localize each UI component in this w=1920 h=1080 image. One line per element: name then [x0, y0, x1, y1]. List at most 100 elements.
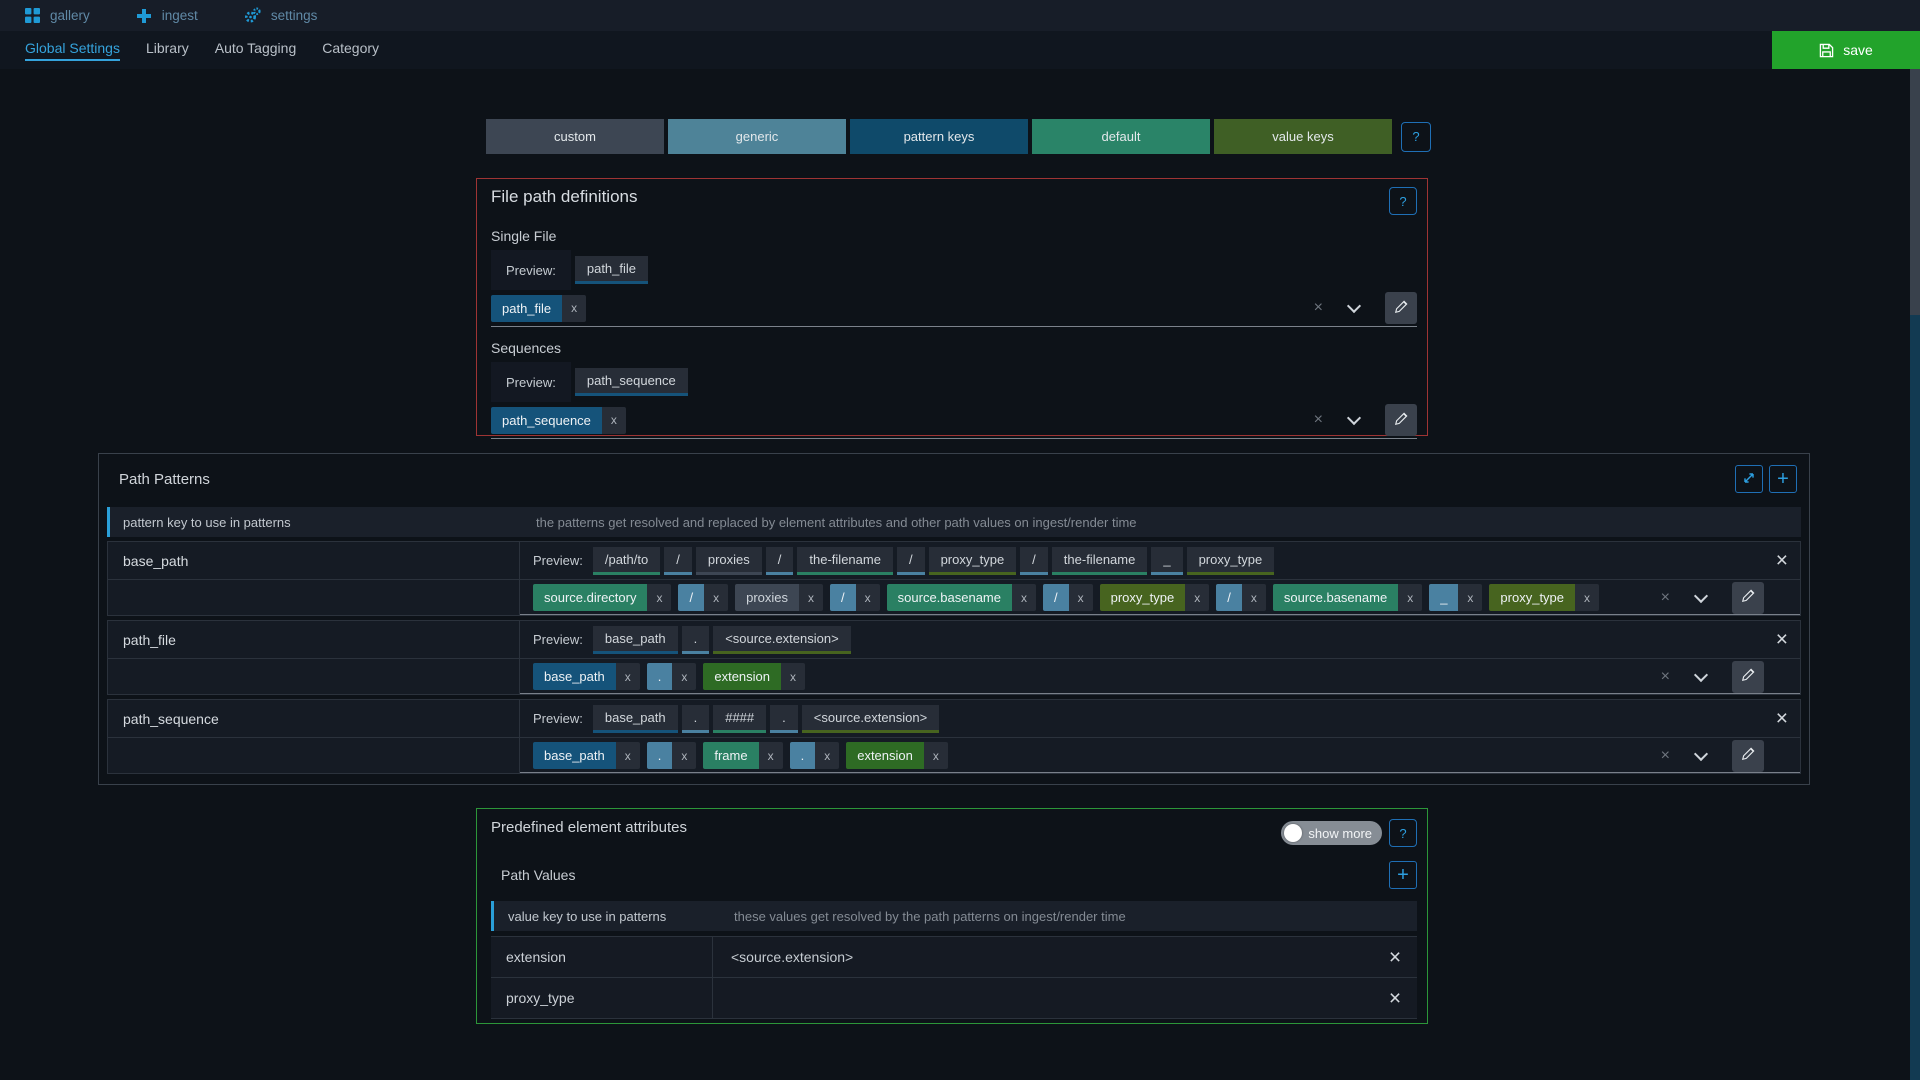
- single-file-pattern-input[interactable]: path_file x ×: [491, 290, 1417, 327]
- nav-gallery-label: gallery: [50, 8, 90, 23]
- preview-chip-label: .: [694, 631, 698, 646]
- tag-remove-button[interactable]: x: [672, 742, 696, 769]
- predefined-attributes-help-button[interactable]: ?: [1389, 819, 1417, 847]
- edit-pencil-button[interactable]: [1385, 292, 1417, 324]
- clear-input-button[interactable]: ×: [1314, 412, 1323, 428]
- toggle-knob: [1284, 824, 1302, 842]
- scrollbar-thumb[interactable]: [1910, 69, 1920, 315]
- tab-global-settings[interactable]: Global Settings: [12, 40, 133, 61]
- preview-label: Preview:: [506, 375, 556, 390]
- delete-row-button[interactable]: ×: [1776, 550, 1788, 571]
- tag-remove-button[interactable]: x: [1185, 584, 1209, 611]
- tag-remove-button[interactable]: x: [759, 742, 783, 769]
- preview-label: Preview:: [533, 553, 583, 568]
- pattern-tags-input[interactable]: base_path x . x frame x: [520, 738, 1800, 773]
- pencil-icon: [1741, 668, 1755, 685]
- tag-remove-button[interactable]: x: [924, 742, 948, 769]
- tag-remove-button[interactable]: x: [815, 742, 839, 769]
- tag-remove-button[interactable]: x: [1069, 584, 1093, 611]
- clear-input-button[interactable]: ×: [1661, 590, 1670, 606]
- delete-value-button[interactable]: ×: [1389, 947, 1401, 968]
- save-button[interactable]: save: [1772, 31, 1920, 69]
- tab-category[interactable]: Category: [309, 40, 392, 61]
- tag-remove-button[interactable]: x: [672, 663, 696, 690]
- tag-remove-button[interactable]: x: [616, 742, 640, 769]
- edit-pencil-button[interactable]: [1732, 582, 1764, 614]
- nav-gallery[interactable]: gallery: [25, 8, 90, 23]
- tag-remove-button[interactable]: x: [562, 295, 586, 322]
- preview-chip-label: the-filename: [809, 552, 881, 567]
- value-key: extension: [491, 937, 713, 977]
- pattern-tags-input[interactable]: base_path x . x extension x: [520, 659, 1800, 694]
- preview-chip: .: [770, 705, 798, 733]
- tag-remove-button[interactable]: x: [602, 407, 626, 434]
- tag-remove-button[interactable]: x: [799, 584, 823, 611]
- pattern-tag: / x: [678, 584, 728, 611]
- sequences-preview-row: Preview: path_sequence: [491, 362, 1417, 402]
- filter-help-button[interactable]: ?: [1401, 122, 1431, 152]
- clear-input-button[interactable]: ×: [1314, 300, 1323, 316]
- tag-remove-button[interactable]: x: [781, 663, 805, 690]
- filter-custom-button[interactable]: custom: [486, 119, 664, 154]
- chevron-down-icon[interactable]: [1347, 299, 1361, 313]
- tag-remove-button[interactable]: x: [1012, 584, 1036, 611]
- preview-label-box: Preview:: [491, 362, 571, 402]
- file-path-definitions-help-button[interactable]: ?: [1389, 187, 1417, 215]
- input-controls: ×: [1661, 661, 1764, 693]
- chevron-down-icon[interactable]: [1347, 411, 1361, 425]
- scrollbar-track[interactable]: [1910, 69, 1920, 1080]
- chevron-down-icon[interactable]: [1694, 588, 1708, 602]
- delete-row-button[interactable]: ×: [1776, 708, 1788, 729]
- path-values-rows: extension <source.extension> × proxy_typ…: [491, 936, 1417, 1019]
- pattern-tags-input[interactable]: source.directory x / x proxies x: [520, 580, 1800, 615]
- delete-value-button[interactable]: ×: [1389, 988, 1401, 1009]
- save-floppy-icon: [1819, 43, 1834, 58]
- preview-chip-label: /: [778, 552, 782, 567]
- expand-button[interactable]: [1735, 465, 1763, 493]
- tag-remove-button[interactable]: x: [647, 584, 671, 611]
- pattern-tag: / x: [830, 584, 880, 611]
- preview-label: Preview:: [533, 632, 583, 647]
- delete-row-button[interactable]: ×: [1776, 629, 1788, 650]
- preview-label: Preview:: [506, 263, 556, 278]
- header-description: these values get resolved by the path pa…: [716, 909, 1417, 924]
- clear-input-button[interactable]: ×: [1661, 748, 1670, 764]
- preview-chip-label: <source.extension>: [725, 631, 838, 646]
- tag-remove-button[interactable]: x: [1398, 584, 1422, 611]
- filter-pattern-keys-button[interactable]: pattern keys: [850, 119, 1028, 154]
- show-more-toggle[interactable]: show more: [1281, 821, 1382, 845]
- save-label: save: [1843, 42, 1873, 58]
- tab-library[interactable]: Library: [133, 40, 202, 61]
- nav-ingest[interactable]: ingest: [136, 8, 198, 24]
- tag-remove-button[interactable]: x: [1242, 584, 1266, 611]
- pattern-tag: . x: [790, 742, 840, 769]
- tag-remove-button[interactable]: x: [704, 584, 728, 611]
- tag-remove-button[interactable]: x: [856, 584, 880, 611]
- chevron-down-icon[interactable]: [1694, 746, 1708, 760]
- edit-pencil-button[interactable]: [1732, 661, 1764, 693]
- pattern-tag: extension x: [846, 742, 948, 769]
- preview-chip-label: proxy_type: [941, 552, 1005, 567]
- sequences-pattern-input[interactable]: path_sequence x ×: [491, 402, 1417, 439]
- pattern-tag-label: extension: [846, 742, 924, 769]
- nav-settings[interactable]: settings: [244, 7, 318, 24]
- tag-remove-button[interactable]: x: [616, 663, 640, 690]
- tag-remove-button[interactable]: x: [1458, 584, 1482, 611]
- pattern-tag: source.basename x: [887, 584, 1036, 611]
- add-value-button[interactable]: +: [1389, 861, 1417, 889]
- clear-input-button[interactable]: ×: [1661, 669, 1670, 685]
- filter-value-keys-button[interactable]: value keys: [1214, 119, 1392, 154]
- pattern-preview-cell: Preview: /path/to/proxies/the-filename/p…: [520, 542, 1800, 580]
- filter-default-button[interactable]: default: [1032, 119, 1210, 154]
- edit-pencil-button[interactable]: [1732, 740, 1764, 772]
- tag-remove-button[interactable]: x: [1575, 584, 1599, 611]
- edit-pencil-button[interactable]: [1385, 404, 1417, 436]
- add-pattern-button[interactable]: +: [1769, 465, 1797, 493]
- chevron-down-icon[interactable]: [1694, 667, 1708, 681]
- pattern-tag-label: source.basename: [1273, 584, 1398, 611]
- predefined-attributes-panel: Predefined element attributes show more …: [476, 808, 1428, 1024]
- filter-generic-button[interactable]: generic: [668, 119, 846, 154]
- tab-auto-tagging[interactable]: Auto Tagging: [202, 40, 309, 61]
- gallery-grid-icon: [25, 8, 40, 23]
- preview-chip: .: [682, 705, 710, 733]
